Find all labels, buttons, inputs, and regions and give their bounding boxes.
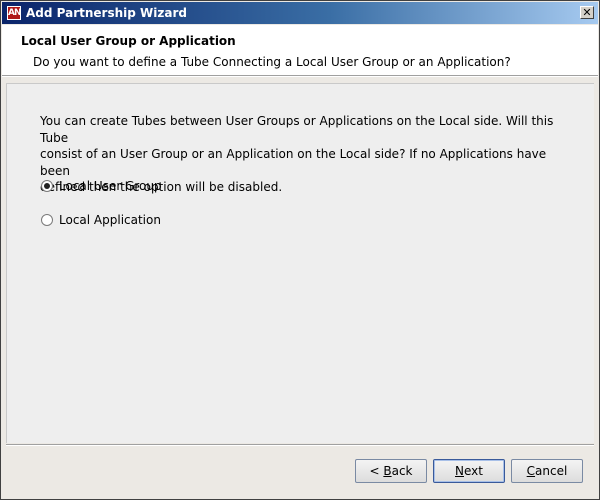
content-panel: You can create Tubes between User Groups… xyxy=(6,83,594,443)
description-line: consist of an User Group or an Applicati… xyxy=(40,147,547,178)
next-label-rest: ext xyxy=(464,464,483,478)
step-title: Local User Group or Application xyxy=(21,34,236,48)
header-divider xyxy=(2,75,598,77)
cancel-mnemonic: C xyxy=(526,464,536,478)
window-title: Add Partnership Wizard xyxy=(26,6,187,20)
close-button[interactable]: ✕ xyxy=(580,6,594,19)
option-local-user-group[interactable]: Local User Group xyxy=(41,178,162,194)
title-bar[interactable]: AN Add Partnership Wizard ✕ xyxy=(2,2,598,24)
option-label: Local Application xyxy=(59,213,161,227)
app-logo-icon: AN xyxy=(7,6,22,20)
back-prefix: < xyxy=(369,464,384,478)
radio-button-selected[interactable] xyxy=(41,180,53,192)
back-label-rest: ack xyxy=(391,464,413,478)
wizard-window: AN Add Partnership Wizard ✕ Local User G… xyxy=(0,0,600,500)
wizard-header: Local User Group or Application Do you w… xyxy=(2,25,598,75)
radio-button-unselected[interactable] xyxy=(41,214,53,226)
cancel-button[interactable]: Cancel xyxy=(511,459,583,483)
back-mnemonic: B xyxy=(383,464,392,478)
next-button[interactable]: Next xyxy=(433,459,505,483)
description-line: You can create Tubes between User Groups… xyxy=(40,114,554,145)
step-subtitle: Do you want to define a Tube Connecting … xyxy=(33,55,511,69)
footer-divider xyxy=(6,444,594,446)
option-label: Local User Group xyxy=(59,179,162,193)
next-mnemonic: N xyxy=(455,464,464,478)
option-local-application[interactable]: Local Application xyxy=(41,212,161,228)
back-button[interactable]: < Back xyxy=(355,459,427,483)
cancel-label-rest: ancel xyxy=(535,464,568,478)
